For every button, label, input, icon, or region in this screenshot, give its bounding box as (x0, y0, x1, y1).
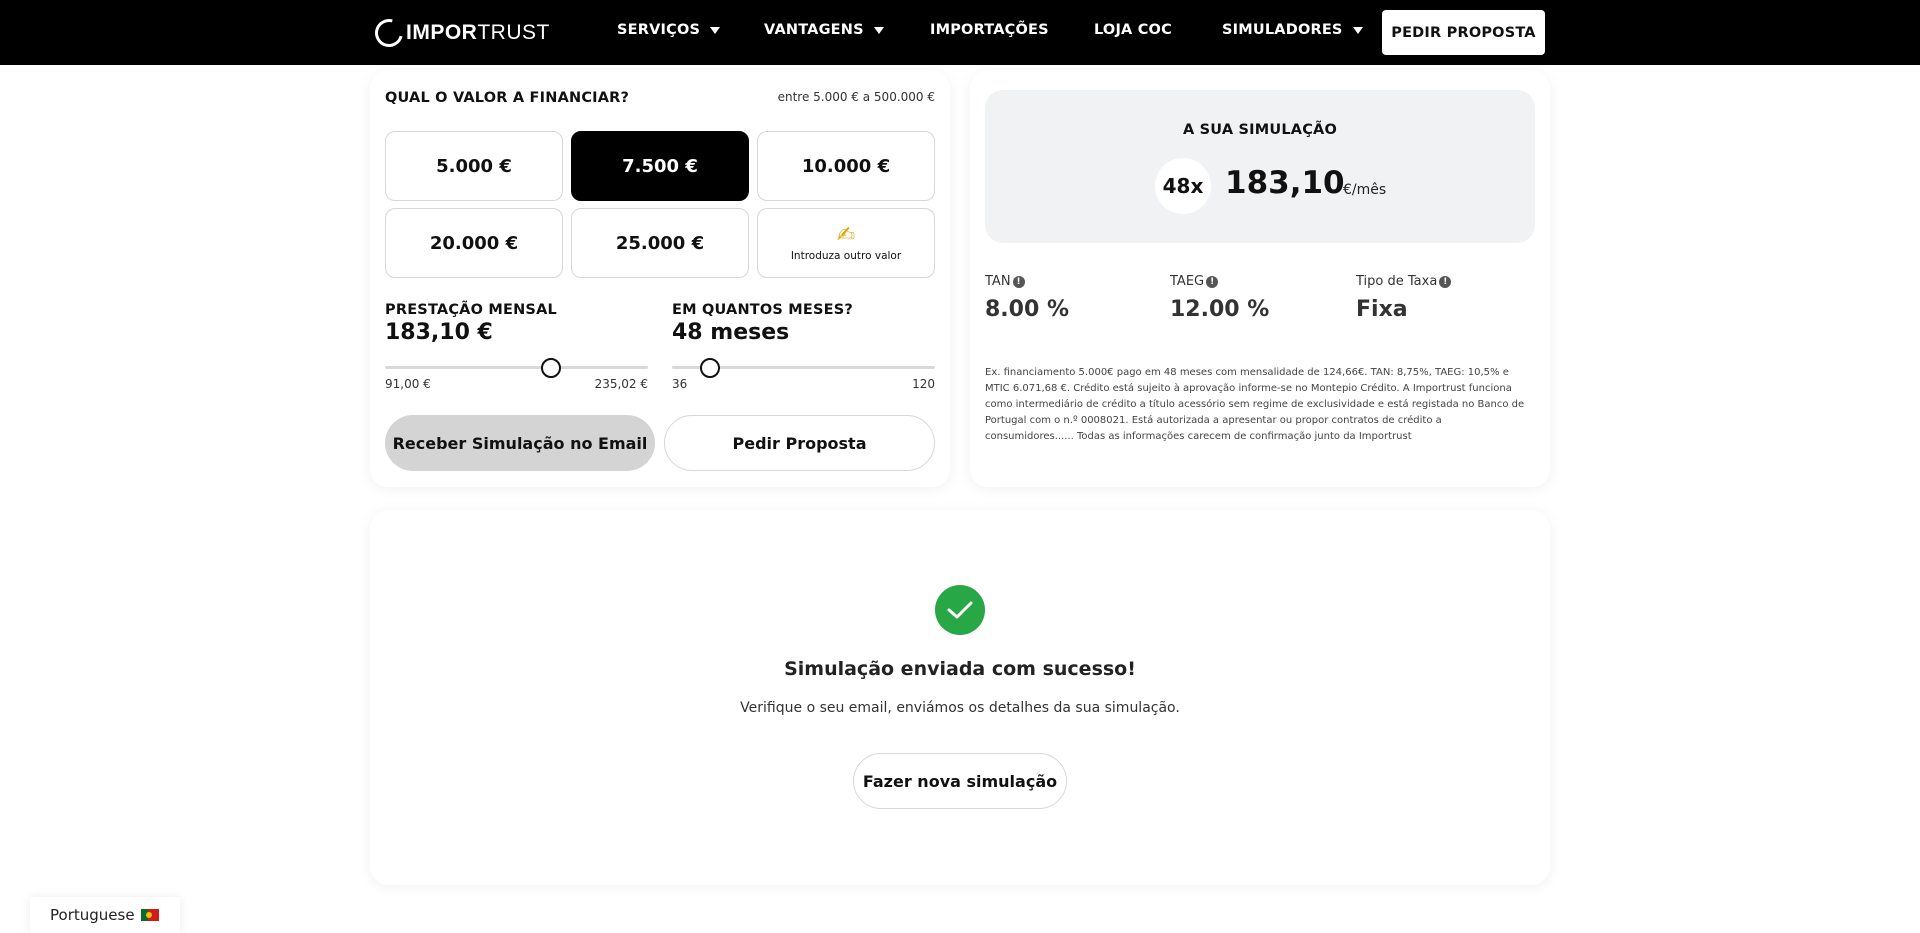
logo-ring-icon (369, 13, 409, 53)
simulation-unit: €/mês (1343, 182, 1387, 198)
caret-down-icon (1352, 26, 1363, 34)
taeg-value: 12.00 % (1170, 297, 1270, 322)
pedir-proposta-nav-button[interactable]: PEDIR PROPOSTA (1382, 10, 1545, 55)
rate-type-label-text: Tipo de Taxa (1356, 274, 1438, 289)
success-check-icon (935, 585, 985, 635)
months-slider-min: 36 (672, 377, 688, 391)
amount-option-10000[interactable]: 10.000 € (757, 131, 935, 201)
amount-option-20000[interactable]: 20.000 € (385, 208, 563, 278)
nav-item-label: IMPORTAÇÕES (930, 22, 1049, 38)
monthly-payment-value: 183,10 € (385, 320, 493, 345)
language-label: Portuguese (50, 906, 135, 924)
months-slider-thumb[interactable] (699, 358, 720, 378)
request-proposal-button[interactable]: Pedir Proposta (664, 415, 935, 471)
months-badge: 48x (1155, 158, 1211, 214)
monthly-slider-min: 91,00 € (385, 377, 431, 391)
months-label: EM QUANTOS MESES? (672, 302, 854, 318)
nav-item-label: VANTAGENS (764, 22, 864, 38)
top-nav: IMPORTRUST SERVIÇOS VANTAGENS IMPORTAÇÕE… (0, 0, 1920, 65)
taeg-label: TAEG! (1170, 274, 1219, 289)
amount-option-7500[interactable]: 7.500 € (571, 131, 749, 201)
amount-question: QUAL O VALOR A FINANCIAR? (385, 90, 630, 106)
tan-label-text: TAN (985, 274, 1011, 289)
taeg-label-text: TAEG (1170, 274, 1205, 289)
language-selector[interactable]: Portuguese (30, 897, 180, 933)
portugal-flag-icon (140, 909, 159, 921)
caret-down-icon (710, 26, 721, 34)
nav-item-label: SIMULADORES (1222, 22, 1343, 38)
success-title: Simulação enviada com sucesso! (784, 658, 1136, 680)
nav-item-vantagens[interactable]: VANTAGENS (764, 22, 884, 38)
monthly-slider-max: 235,02 € (594, 377, 648, 391)
amount-option-other[interactable]: ✍ Introduza outro valor (757, 208, 935, 278)
nav-item-loja-coc[interactable]: LOJA COC (1094, 22, 1172, 38)
rate-type-label: Tipo de Taxa! (1356, 274, 1452, 289)
simulation-monthly-value: 183,10 (1225, 165, 1345, 201)
amount-option-25000[interactable]: 25.000 € (571, 208, 749, 278)
success-subtitle: Verifique o seu email, enviámos os detal… (740, 700, 1180, 716)
months-value: 48 meses (672, 320, 790, 345)
nav-item-label: LOJA COC (1094, 22, 1172, 38)
amount-option-5000[interactable]: 5.000 € (385, 131, 563, 201)
months-slider-max: 120 (912, 377, 935, 391)
rate-type-value: Fixa (1356, 297, 1408, 322)
success-card: Simulação enviada com sucesso! Verifique… (370, 510, 1550, 885)
simulation-result-box: A SUA SIMULAÇÃO 48x 183,10 €/mês (985, 90, 1535, 243)
info-icon[interactable]: ! (1439, 275, 1452, 288)
nav-item-label: SERVIÇOS (617, 22, 701, 38)
monthly-payment-label: PRESTAÇÃO MENSAL (385, 302, 557, 318)
info-icon[interactable]: ! (1206, 275, 1219, 288)
simulation-summary-card: A SUA SIMULAÇÃO 48x 183,10 €/mês TAN! 8.… (970, 70, 1550, 487)
nav-item-simuladores[interactable]: SIMULADORES (1222, 22, 1363, 38)
logo[interactable]: IMPORTRUST (369, 13, 550, 53)
writing-hand-icon: ✍ (836, 223, 856, 248)
caret-down-icon (873, 26, 884, 34)
nav-item-importacoes[interactable]: IMPORTAÇÕES (930, 22, 1049, 38)
email-simulation-button[interactable]: Receber Simulação no Email (385, 415, 655, 471)
tan-value: 8.00 % (985, 297, 1069, 322)
monthly-slider-track[interactable] (385, 366, 648, 369)
legal-disclaimer: Ex. financiamento 5.000€ pago em 48 mese… (985, 367, 1525, 442)
monthly-slider-thumb[interactable] (540, 358, 561, 378)
financing-form-card: QUAL O VALOR A FINANCIAR? entre 5.000 € … (370, 70, 950, 487)
new-simulation-button[interactable]: Fazer nova simulação (853, 753, 1067, 809)
amount-range-note: entre 5.000 € a 500.000 € (777, 90, 935, 104)
logo-text: IMPORTRUST (406, 21, 550, 44)
nav-item-servicos[interactable]: SERVIÇOS (617, 22, 721, 38)
simulation-title: A SUA SIMULAÇÃO (1182, 122, 1337, 138)
other-amount-label: Introduza outro valor (790, 250, 902, 262)
info-icon[interactable]: ! (1012, 275, 1025, 288)
tan-label: TAN! (985, 274, 1025, 289)
